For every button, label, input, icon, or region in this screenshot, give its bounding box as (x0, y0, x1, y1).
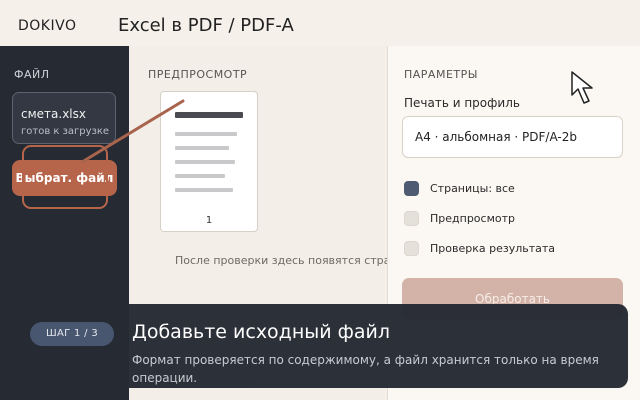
tour-pointer-line (80, 99, 185, 164)
step-indicator: ШАГ 1 / 3 (30, 322, 114, 346)
cursor-icon (571, 71, 593, 104)
tour-description: Формат проверяется по содержимому, а фай… (132, 353, 599, 385)
onboarding-tour-card: ШАГ 1 / 3 Добавьте исходный файл Формат … (12, 304, 628, 388)
tour-title: Добавьте исходный файл (132, 321, 391, 343)
